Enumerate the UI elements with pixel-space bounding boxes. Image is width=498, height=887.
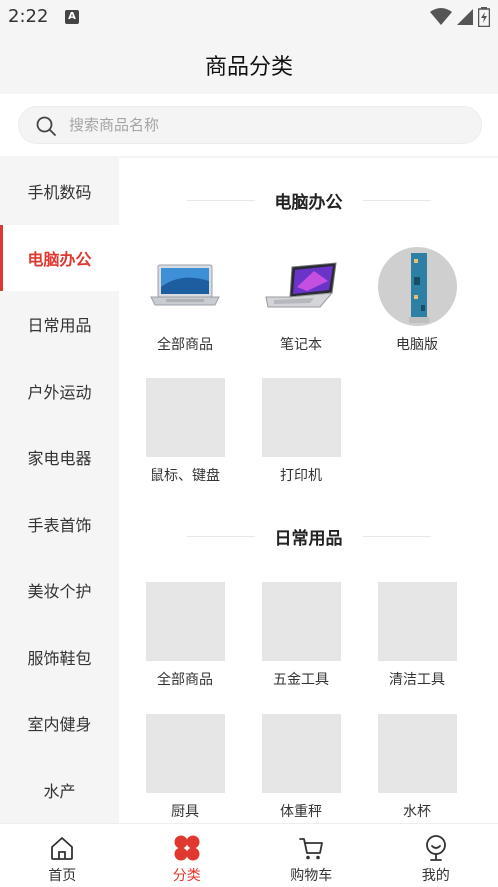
divider (362, 199, 431, 201)
subcategory-label: 全部商品 (157, 672, 213, 688)
subcategory-item[interactable]: 打印机 (243, 378, 359, 498)
circuit-board-icon (378, 247, 457, 326)
section-title: 电脑办公 (274, 192, 343, 213)
subcategory-item[interactable]: 鼠标、键盘 (127, 378, 243, 498)
subcategory-item[interactable]: 体重秤 (243, 714, 359, 823)
subcategory-item[interactable]: 全部商品 (127, 582, 243, 702)
tab-category[interactable]: 分类 (125, 824, 250, 887)
section-header: 电脑办公 (119, 186, 498, 214)
sidebar-item-outdoor-sports[interactable]: 户外运动 (0, 358, 119, 425)
system-icons (430, 6, 490, 28)
sidebar-item-watches-jewelry[interactable]: 手表首饰 (0, 491, 119, 558)
divider (362, 535, 431, 537)
subcategory-label: 厨具 (171, 804, 199, 820)
category-icon (174, 835, 200, 861)
search-box[interactable] (18, 106, 482, 144)
subcategory-item[interactable]: 五金工具 (243, 582, 359, 702)
image-placeholder (146, 378, 225, 457)
bottom-tab-bar: 首页 分类 购物车 我的 (0, 823, 498, 887)
battery-icon (478, 7, 490, 27)
wifi-icon (430, 8, 452, 25)
sidebar-item-home-appliances[interactable]: 家电电器 (0, 424, 119, 491)
divider (186, 199, 255, 201)
cart-icon (299, 838, 324, 860)
page-title: 商品分类 (204, 55, 293, 80)
tab-label: 分类 (172, 868, 201, 884)
signal-icon (457, 9, 473, 25)
profile-icon (425, 835, 446, 861)
tab-home[interactable]: 首页 (0, 824, 125, 887)
section-header: 日常用品 (119, 522, 498, 550)
image-placeholder (146, 582, 225, 661)
subcategory-item[interactable]: 水杯 (359, 714, 475, 823)
status-bar: 2:22 A (0, 0, 498, 34)
subcategory-item[interactable]: 厨具 (127, 714, 243, 823)
category-content: 电脑办公 全部商品 笔记本 电脑版 鼠标、键盘 打印机 日常用品 全部商品 五金… (119, 158, 498, 823)
search-bar (0, 94, 498, 156)
subcategory-label: 打印机 (280, 468, 322, 484)
image-placeholder (378, 582, 457, 661)
section-title: 日常用品 (274, 528, 343, 549)
subcategory-item[interactable]: 全部商品 (127, 247, 243, 367)
divider (186, 535, 255, 537)
subcategory-label: 电脑版 (396, 337, 438, 353)
sidebar-item-beauty-care[interactable]: 美妆个护 (0, 557, 119, 624)
sidebar-item-computer-office[interactable]: 电脑办公 (0, 224, 119, 291)
search-icon (36, 116, 56, 136)
subcategory-item[interactable]: 电脑版 (359, 247, 475, 367)
category-sidebar: 手机数码 电脑办公 日常用品 户外运动 家电电器 手表首饰 美妆个护 服饰鞋包 … (0, 158, 119, 823)
subcategory-label: 笔记本 (280, 337, 322, 353)
subcategory-item[interactable]: 笔记本 (243, 247, 359, 367)
sidebar-item-daily-goods[interactable]: 日常用品 (0, 291, 119, 358)
search-input[interactable] (69, 111, 449, 139)
sidebar-item-apparel[interactable]: 服饰鞋包 (0, 624, 119, 691)
subcategory-label: 鼠标、键盘 (150, 468, 220, 484)
tab-cart[interactable]: 购物车 (249, 824, 374, 887)
sidebar-item-indoor-fitness[interactable]: 室内健身 (0, 690, 119, 757)
laptop-purple-icon (262, 247, 341, 326)
subcategory-label: 全部商品 (157, 337, 213, 353)
sidebar-item-phone-digital[interactable]: 手机数码 (0, 158, 119, 225)
status-time: 2:22 (8, 6, 49, 27)
subcategory-label: 五金工具 (273, 672, 329, 688)
tab-profile[interactable]: 我的 (374, 824, 498, 887)
image-placeholder (262, 582, 341, 661)
subcategory-label: 水杯 (403, 804, 431, 820)
tab-label: 我的 (421, 868, 450, 884)
tab-label: 购物车 (290, 868, 333, 884)
subcategory-item[interactable]: 清洁工具 (359, 582, 475, 702)
image-placeholder (262, 378, 341, 457)
app-header: 商品分类 (0, 34, 498, 94)
laptop-silver-icon (146, 247, 225, 326)
subcategory-label: 清洁工具 (389, 672, 445, 688)
home-icon (51, 837, 74, 860)
image-placeholder (146, 714, 225, 793)
tab-label: 首页 (48, 868, 77, 884)
image-placeholder (378, 714, 457, 793)
sidebar-item-seafood[interactable]: 水产 (0, 757, 119, 824)
image-placeholder (262, 714, 341, 793)
subcategory-label: 体重秤 (280, 804, 322, 820)
notification-icon: A (65, 10, 79, 24)
